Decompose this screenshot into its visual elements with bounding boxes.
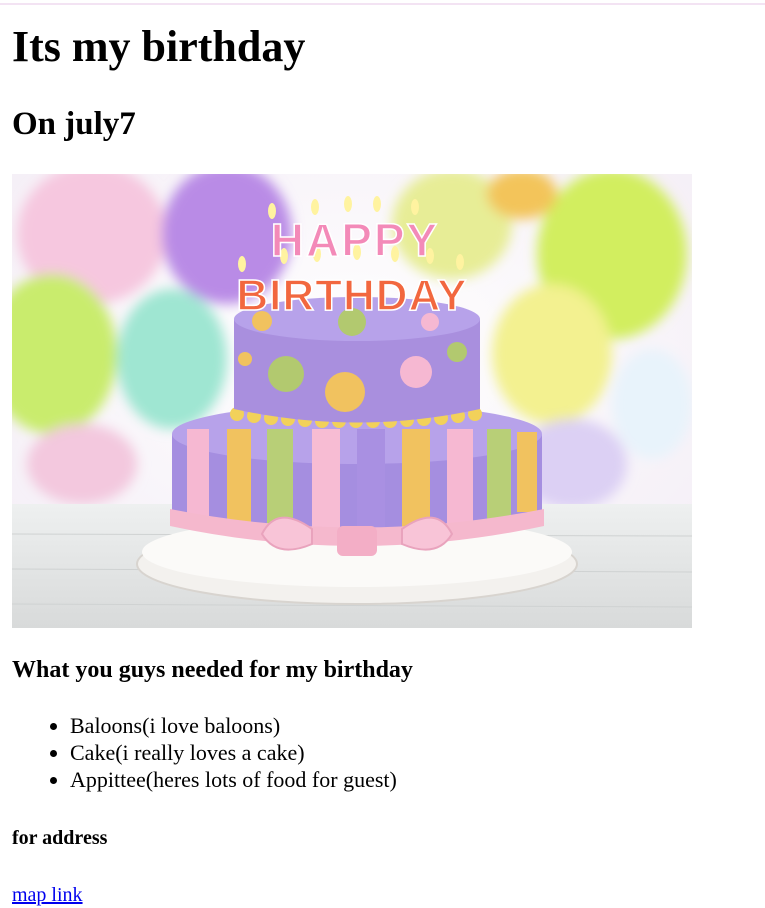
needs-heading: What you guys needed for my birthday [12,657,413,683]
candle-text-happy: HAPPY [271,214,439,266]
list-item: Baloons(i love baloons) [70,712,397,739]
cake-illustration: HAPPY BIRTHDAY [12,174,692,628]
list-item: Cake(i really loves a cake) [70,739,397,766]
map-link[interactable]: map link [12,882,83,908]
candles: HAPPY BIRTHDAY [236,196,467,321]
top-border [0,0,765,5]
address-heading: for address [12,827,108,849]
page-title: Its my birthday [12,22,306,71]
needs-list: Baloons(i love baloons) Cake(i really lo… [12,712,397,793]
list-item: Appittee(heres lots of food for guest) [70,766,397,793]
page-subtitle: On july7 [12,106,136,142]
candle-text-birthday: BIRTHDAY [236,271,467,320]
birthday-cake-image: HAPPY BIRTHDAY [12,174,692,628]
